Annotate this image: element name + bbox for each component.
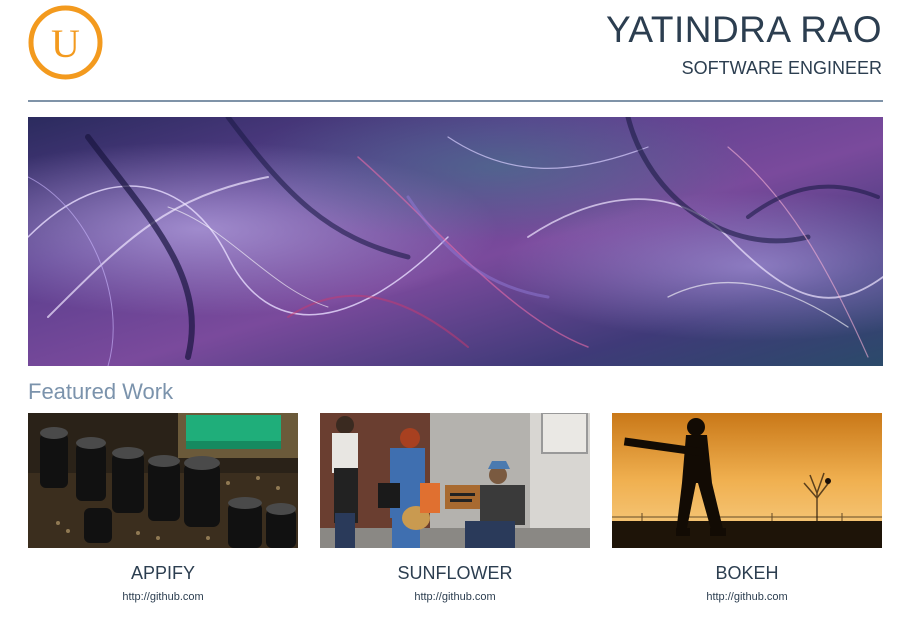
- project-link-bokeh[interactable]: http://github.com: [612, 590, 882, 604]
- project-thumbnail-appify[interactable]: [28, 413, 298, 548]
- logo-icon[interactable]: U: [28, 5, 103, 80]
- project-card[interactable]: BOKEH http://github.com: [612, 413, 882, 613]
- project-thumbnail-bokeh[interactable]: [612, 413, 882, 548]
- featured-work-heading: Featured Work: [28, 379, 174, 404]
- project-card[interactable]: APPIFY http://github.com: [28, 413, 298, 613]
- project-title-appify[interactable]: APPIFY: [28, 562, 298, 584]
- project-title-sunflower[interactable]: SUNFLOWER: [320, 562, 590, 584]
- logo-letter: U: [51, 21, 80, 66]
- hero-banner-image: [28, 117, 883, 366]
- page-title: YATINDRA RAO: [605, 9, 882, 50]
- project-title-bokeh[interactable]: BOKEH: [612, 562, 882, 584]
- header-divider: [28, 100, 883, 102]
- project-card[interactable]: SUNFLOWER http://github.com: [320, 413, 590, 613]
- page-subtitle: SOFTWARE ENGINEER: [681, 58, 882, 78]
- project-link-appify[interactable]: http://github.com: [28, 590, 298, 604]
- project-link-sunflower[interactable]: http://github.com: [320, 590, 590, 604]
- project-thumbnail-sunflower[interactable]: [320, 413, 590, 548]
- page: U YATINDRA RAO SOFTWARE ENGINEER Feature…: [0, 0, 906, 638]
